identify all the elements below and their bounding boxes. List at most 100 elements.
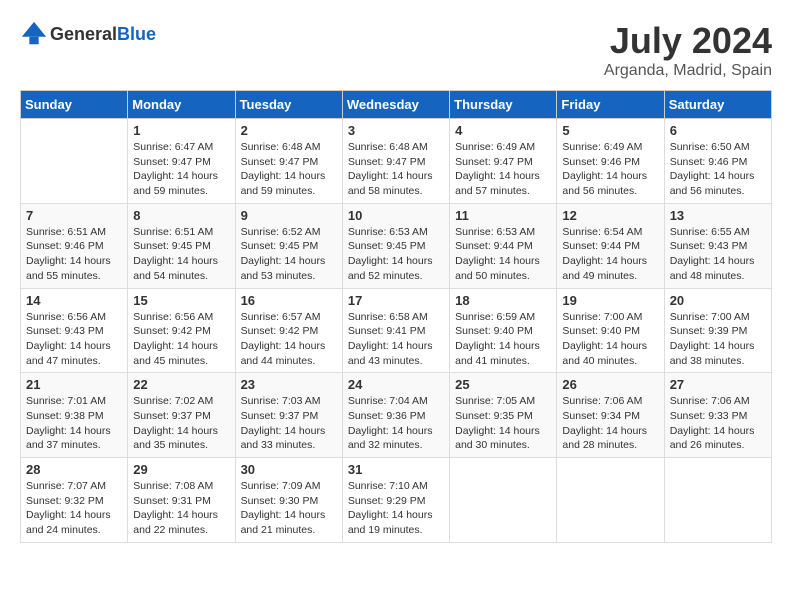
day-info: Sunrise: 6:54 AMSunset: 9:44 PMDaylight:… xyxy=(562,225,658,284)
header-wednesday: Wednesday xyxy=(342,91,449,119)
calendar-cell: 31Sunrise: 7:10 AMSunset: 9:29 PMDayligh… xyxy=(342,458,449,543)
title-area: July 2024 Arganda, Madrid, Spain xyxy=(604,20,772,80)
calendar-cell: 20Sunrise: 7:00 AMSunset: 9:39 PMDayligh… xyxy=(664,288,771,373)
day-number: 25 xyxy=(455,377,551,392)
day-number: 7 xyxy=(26,208,122,223)
calendar-cell xyxy=(450,458,557,543)
day-number: 22 xyxy=(133,377,229,392)
calendar-cell: 26 Sunrise: 7:06 AMSunset: 9:34 PMDayligh… xyxy=(557,373,664,458)
day-number: 1 xyxy=(133,123,229,138)
day-number: 13 xyxy=(670,208,766,223)
day-number: 5 xyxy=(562,123,658,138)
day-info: Sunrise: 6:49 AMSunset: 9:46 PMDaylight:… xyxy=(562,140,658,199)
day-info: Sunrise: 6:56 AMSunset: 9:43 PMDaylight:… xyxy=(26,310,122,369)
calendar-cell: 4Sunrise: 6:49 AMSunset: 9:47 PMDaylight… xyxy=(450,119,557,204)
calendar-cell: 2 Sunrise: 6:48 AMSunset: 9:47 PMDaylight… xyxy=(235,119,342,204)
calendar-cell: 14 Sunrise: 6:56 AMSunset: 9:43 PMDayligh… xyxy=(21,288,128,373)
calendar-table: SundayMondayTuesdayWednesdayThursdayFrid… xyxy=(20,90,772,543)
day-info: Sunrise: 6:52 AMSunset: 9:45 PMDaylight:… xyxy=(241,225,337,284)
day-number: 19 xyxy=(562,293,658,308)
calendar-cell xyxy=(557,458,664,543)
day-info: Sunrise: 7:07 AMSunset: 9:32 PMDaylight:… xyxy=(26,479,122,538)
day-info: Sunrise: 7:06 AMSunset: 9:33 PMDaylight:… xyxy=(670,394,766,453)
day-info: Sunrise: 6:55 AMSunset: 9:43 PMDaylight:… xyxy=(670,225,766,284)
calendar-cell: 16 Sunrise: 6:57 AMSunset: 9:42 PMDayligh… xyxy=(235,288,342,373)
header-monday: Monday xyxy=(128,91,235,119)
calendar-cell: 5 Sunrise: 6:49 AMSunset: 9:46 PMDaylight… xyxy=(557,119,664,204)
day-info: Sunrise: 7:09 AMSunset: 9:30 PMDaylight:… xyxy=(241,479,337,538)
day-number: 3 xyxy=(348,123,444,138)
day-info: Sunrise: 6:47 AMSunset: 9:47 PMDaylight:… xyxy=(133,140,229,199)
header-saturday: Saturday xyxy=(664,91,771,119)
calendar-cell: 27Sunrise: 7:06 AMSunset: 9:33 PMDayligh… xyxy=(664,373,771,458)
page-header: GeneralBlue July 2024 Arganda, Madrid, S… xyxy=(20,20,772,80)
calendar-cell: 17 Sunrise: 6:58 AMSunset: 9:41 PMDayligh… xyxy=(342,288,449,373)
day-number: 17 xyxy=(348,293,444,308)
calendar-cell: 30 Sunrise: 7:09 AMSunset: 9:30 PMDayligh… xyxy=(235,458,342,543)
header-friday: Friday xyxy=(557,91,664,119)
logo: GeneralBlue xyxy=(20,20,156,48)
day-number: 21 xyxy=(26,377,122,392)
day-number: 18 xyxy=(455,293,551,308)
logo-general-text: General xyxy=(50,24,117,44)
day-number: 24 xyxy=(348,377,444,392)
calendar-cell: 1 Sunrise: 6:47 AMSunset: 9:47 PMDaylight… xyxy=(128,119,235,204)
calendar-cell: 23Sunrise: 7:03 AMSunset: 9:37 PMDayligh… xyxy=(235,373,342,458)
day-info: Sunrise: 6:58 AMSunset: 9:41 PMDaylight:… xyxy=(348,310,444,369)
day-number: 2 xyxy=(241,123,337,138)
day-info: Sunrise: 6:59 AMSunset: 9:40 PMDaylight:… xyxy=(455,310,551,369)
day-info: Sunrise: 6:50 AMSunset: 9:46 PMDaylight:… xyxy=(670,140,766,199)
day-info: Sunrise: 7:02 AMSunset: 9:37 PMDaylight:… xyxy=(133,394,229,453)
day-number: 15 xyxy=(133,293,229,308)
day-info: Sunrise: 6:53 AMSunset: 9:44 PMDaylight:… xyxy=(455,225,551,284)
day-number: 16 xyxy=(241,293,337,308)
day-info: Sunrise: 6:48 AMSunset: 9:47 PMDaylight:… xyxy=(348,140,444,199)
day-number: 29 xyxy=(133,462,229,477)
calendar-cell: 11 Sunrise: 6:53 AMSunset: 9:44 PMDayligh… xyxy=(450,203,557,288)
day-number: 26 xyxy=(562,377,658,392)
day-info: Sunrise: 7:00 AMSunset: 9:40 PMDaylight:… xyxy=(562,310,658,369)
header-tuesday: Tuesday xyxy=(235,91,342,119)
day-info: Sunrise: 6:57 AMSunset: 9:42 PMDaylight:… xyxy=(241,310,337,369)
calendar-cell xyxy=(21,119,128,204)
header-sunday: Sunday xyxy=(21,91,128,119)
calendar-header-row: SundayMondayTuesdayWednesdayThursdayFrid… xyxy=(21,91,772,119)
calendar-week-row: 1 Sunrise: 6:47 AMSunset: 9:47 PMDaylight… xyxy=(21,119,772,204)
day-number: 8 xyxy=(133,208,229,223)
calendar-week-row: 14 Sunrise: 6:56 AMSunset: 9:43 PMDayligh… xyxy=(21,288,772,373)
day-number: 6 xyxy=(670,123,766,138)
calendar-cell: 10Sunrise: 6:53 AMSunset: 9:45 PMDayligh… xyxy=(342,203,449,288)
location-subtitle: Arganda, Madrid, Spain xyxy=(604,62,772,80)
month-year-title: July 2024 xyxy=(604,20,772,62)
day-info: Sunrise: 6:51 AMSunset: 9:45 PMDaylight:… xyxy=(133,225,229,284)
day-info: Sunrise: 6:51 AMSunset: 9:46 PMDaylight:… xyxy=(26,225,122,284)
day-info: Sunrise: 7:06 AMSunset: 9:34 PMDaylight:… xyxy=(562,394,658,453)
day-info: Sunrise: 7:04 AMSunset: 9:36 PMDaylight:… xyxy=(348,394,444,453)
calendar-cell: 13 Sunrise: 6:55 AMSunset: 9:43 PMDayligh… xyxy=(664,203,771,288)
day-info: Sunrise: 7:10 AMSunset: 9:29 PMDaylight:… xyxy=(348,479,444,538)
day-info: Sunrise: 7:05 AMSunset: 9:35 PMDaylight:… xyxy=(455,394,551,453)
day-info: Sunrise: 7:01 AMSunset: 9:38 PMDaylight:… xyxy=(26,394,122,453)
calendar-cell: 29Sunrise: 7:08 AMSunset: 9:31 PMDayligh… xyxy=(128,458,235,543)
day-number: 23 xyxy=(241,377,337,392)
calendar-cell: 12 Sunrise: 6:54 AMSunset: 9:44 PMDayligh… xyxy=(557,203,664,288)
day-number: 30 xyxy=(241,462,337,477)
day-info: Sunrise: 6:56 AMSunset: 9:42 PMDaylight:… xyxy=(133,310,229,369)
day-info: Sunrise: 6:48 AMSunset: 9:47 PMDaylight:… xyxy=(241,140,337,199)
calendar-cell: 7 Sunrise: 6:51 AMSunset: 9:46 PMDaylight… xyxy=(21,203,128,288)
day-number: 11 xyxy=(455,208,551,223)
day-number: 12 xyxy=(562,208,658,223)
calendar-cell: 6 Sunrise: 6:50 AMSunset: 9:46 PMDaylight… xyxy=(664,119,771,204)
day-number: 9 xyxy=(241,208,337,223)
header-thursday: Thursday xyxy=(450,91,557,119)
calendar-cell: 28 Sunrise: 7:07 AMSunset: 9:32 PMDayligh… xyxy=(21,458,128,543)
day-number: 14 xyxy=(26,293,122,308)
calendar-week-row: 7 Sunrise: 6:51 AMSunset: 9:46 PMDaylight… xyxy=(21,203,772,288)
calendar-cell: 3 Sunrise: 6:48 AMSunset: 9:47 PMDaylight… xyxy=(342,119,449,204)
calendar-week-row: 28 Sunrise: 7:07 AMSunset: 9:32 PMDayligh… xyxy=(21,458,772,543)
day-number: 28 xyxy=(26,462,122,477)
calendar-cell: 24 Sunrise: 7:04 AMSunset: 9:36 PMDayligh… xyxy=(342,373,449,458)
day-info: Sunrise: 6:49 AMSunset: 9:47 PMDaylight:… xyxy=(455,140,551,199)
calendar-week-row: 21 Sunrise: 7:01 AMSunset: 9:38 PMDayligh… xyxy=(21,373,772,458)
calendar-cell: 21 Sunrise: 7:01 AMSunset: 9:38 PMDayligh… xyxy=(21,373,128,458)
